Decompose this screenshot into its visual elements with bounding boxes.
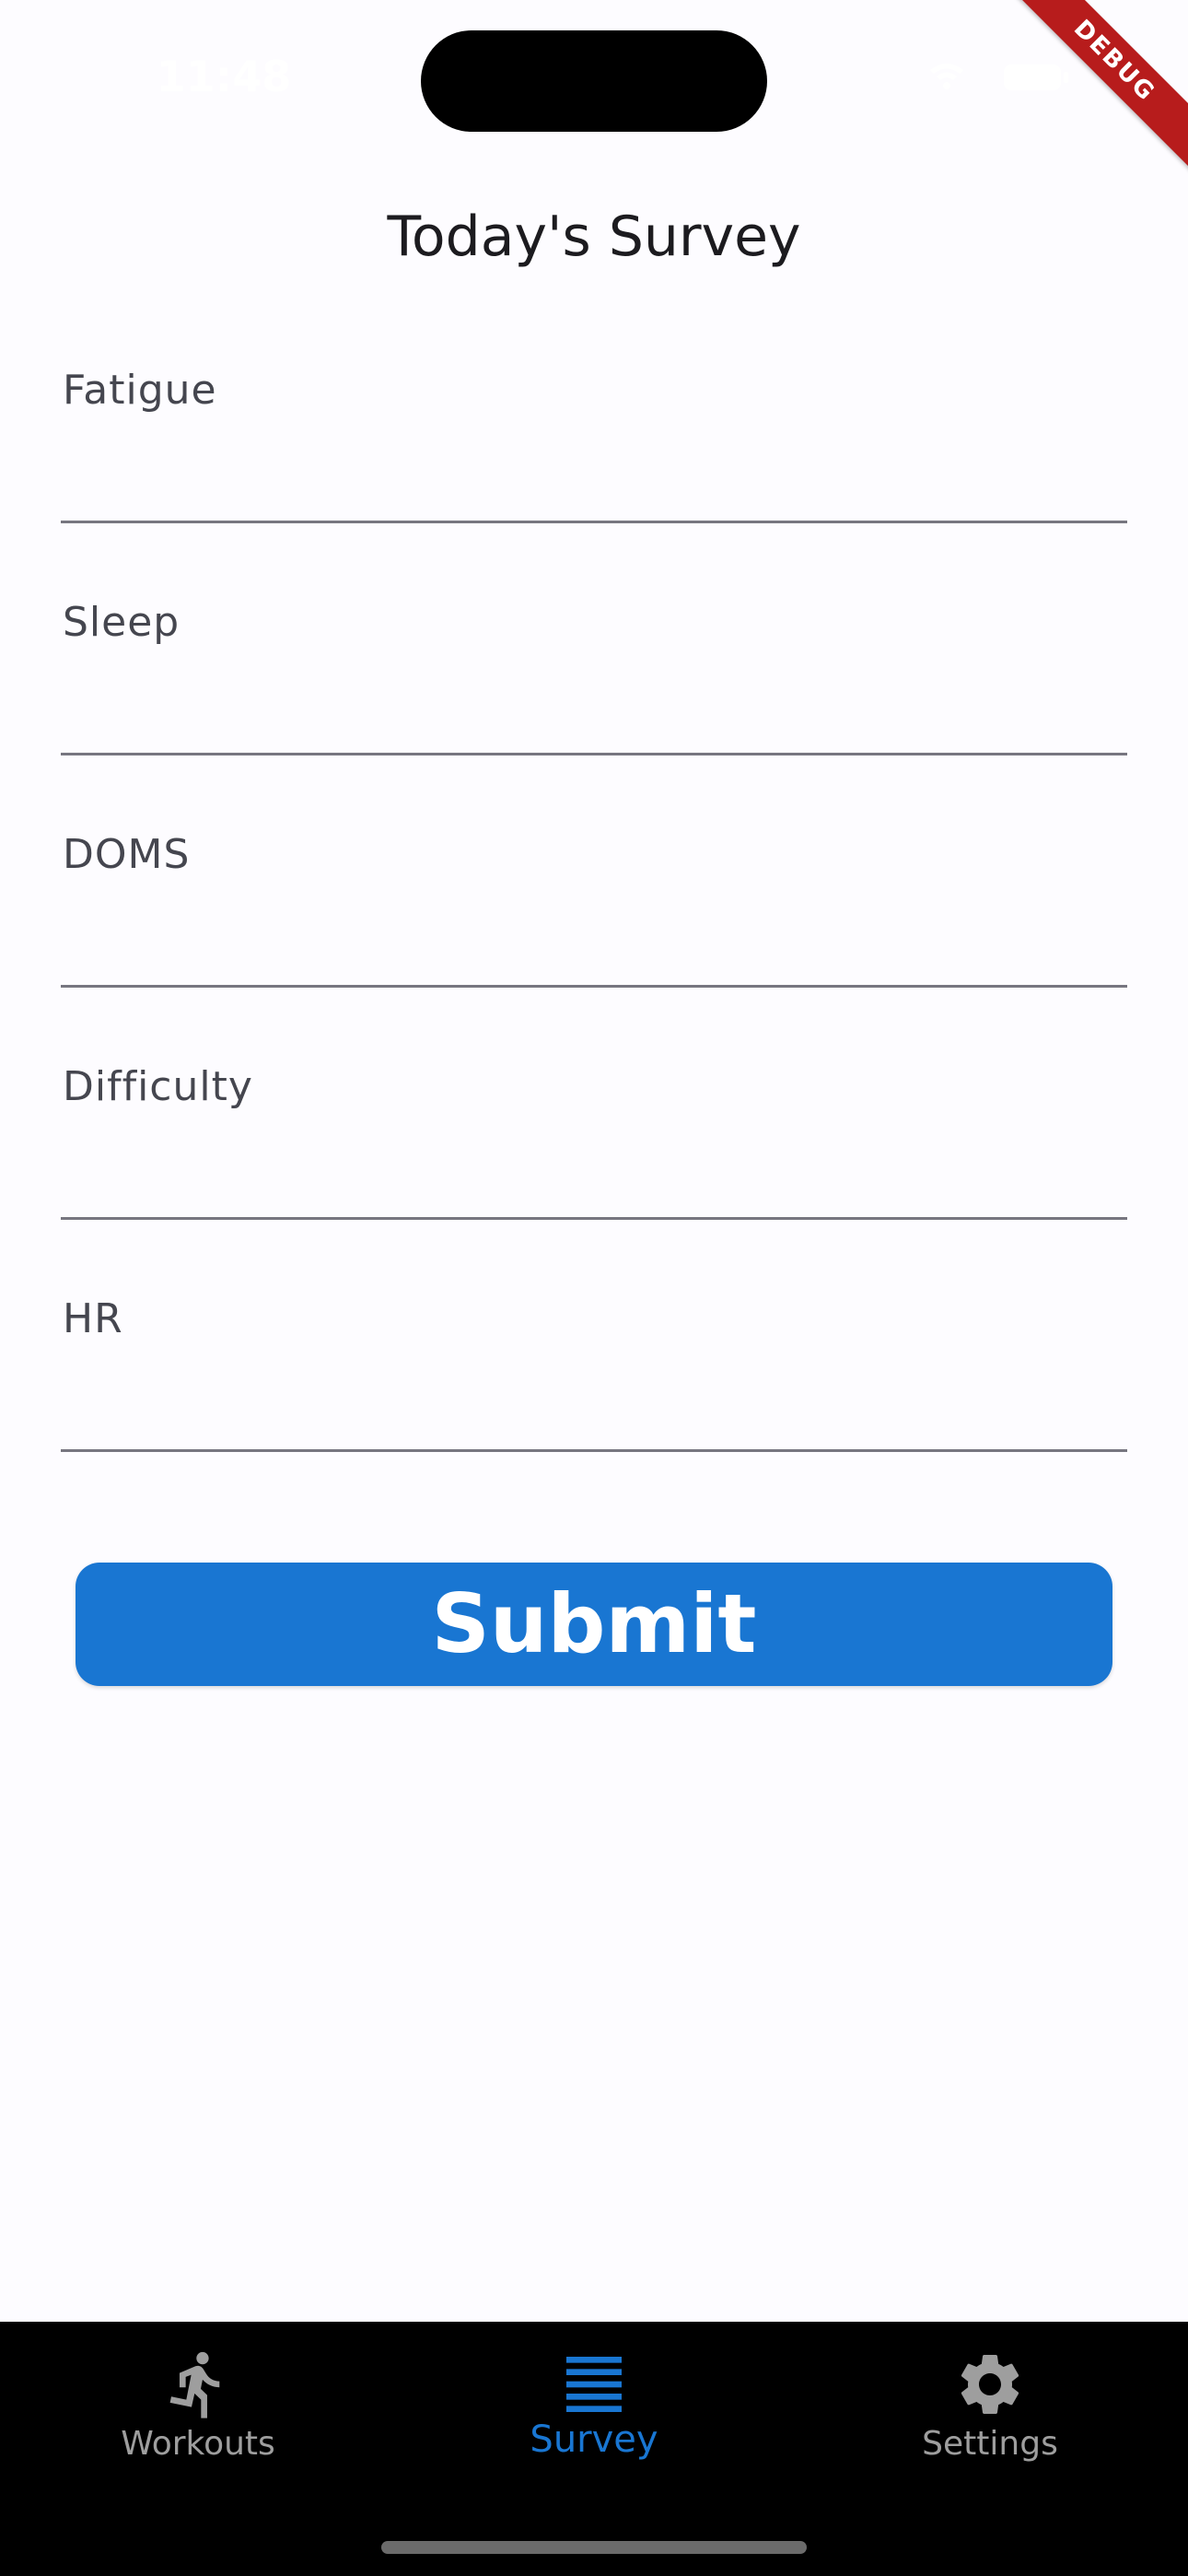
- nav-label-survey: Survey: [530, 2418, 658, 2461]
- debug-banner-label: DEBUG: [1004, 0, 1188, 175]
- debug-banner: DEBUG: [1004, 0, 1188, 184]
- difficulty-field[interactable]: Difficulty: [61, 1063, 1127, 1220]
- gear-icon: [953, 2348, 1027, 2421]
- doms-field[interactable]: DOMS: [61, 831, 1127, 988]
- sleep-field[interactable]: Sleep: [61, 599, 1127, 755]
- fatigue-field-underline: [61, 521, 1127, 523]
- wifi-icon: [930, 64, 963, 89]
- doms-field-underline: [61, 985, 1127, 988]
- fatigue-field[interactable]: Fatigue: [61, 367, 1127, 523]
- page-title: Today's Survey: [387, 205, 801, 269]
- status-time: 11:48: [156, 52, 292, 101]
- difficulty-field-label: Difficulty: [63, 1063, 253, 1110]
- home-indicator[interactable]: [381, 2541, 807, 2554]
- dynamic-island: [421, 30, 767, 132]
- sleep-field-underline: [61, 753, 1127, 755]
- sleep-field-label: Sleep: [63, 599, 181, 646]
- doms-field-label: DOMS: [63, 831, 191, 878]
- nav-item-workouts[interactable]: Workouts: [0, 2322, 396, 2506]
- running-icon: [161, 2348, 235, 2421]
- hr-field-label: HR: [63, 1295, 123, 1342]
- nav-item-settings[interactable]: Settings: [792, 2322, 1188, 2506]
- difficulty-field-underline: [61, 1217, 1127, 1220]
- survey-screen: 11:48 DEBUG Today's Survey Fatigue Sleep…: [0, 0, 1188, 2576]
- fatigue-field-label: Fatigue: [63, 367, 217, 414]
- submit-button[interactable]: Submit: [76, 1563, 1112, 1686]
- nav-label-workouts: Workouts: [121, 2425, 275, 2463]
- hr-field-underline: [61, 1449, 1127, 1452]
- bottom-nav: Workouts Survey Settings: [0, 2322, 1188, 2576]
- nav-label-settings: Settings: [922, 2425, 1058, 2463]
- hr-field[interactable]: HR: [61, 1295, 1127, 1452]
- list-icon: [557, 2348, 631, 2421]
- nav-item-survey[interactable]: Survey: [396, 2322, 792, 2506]
